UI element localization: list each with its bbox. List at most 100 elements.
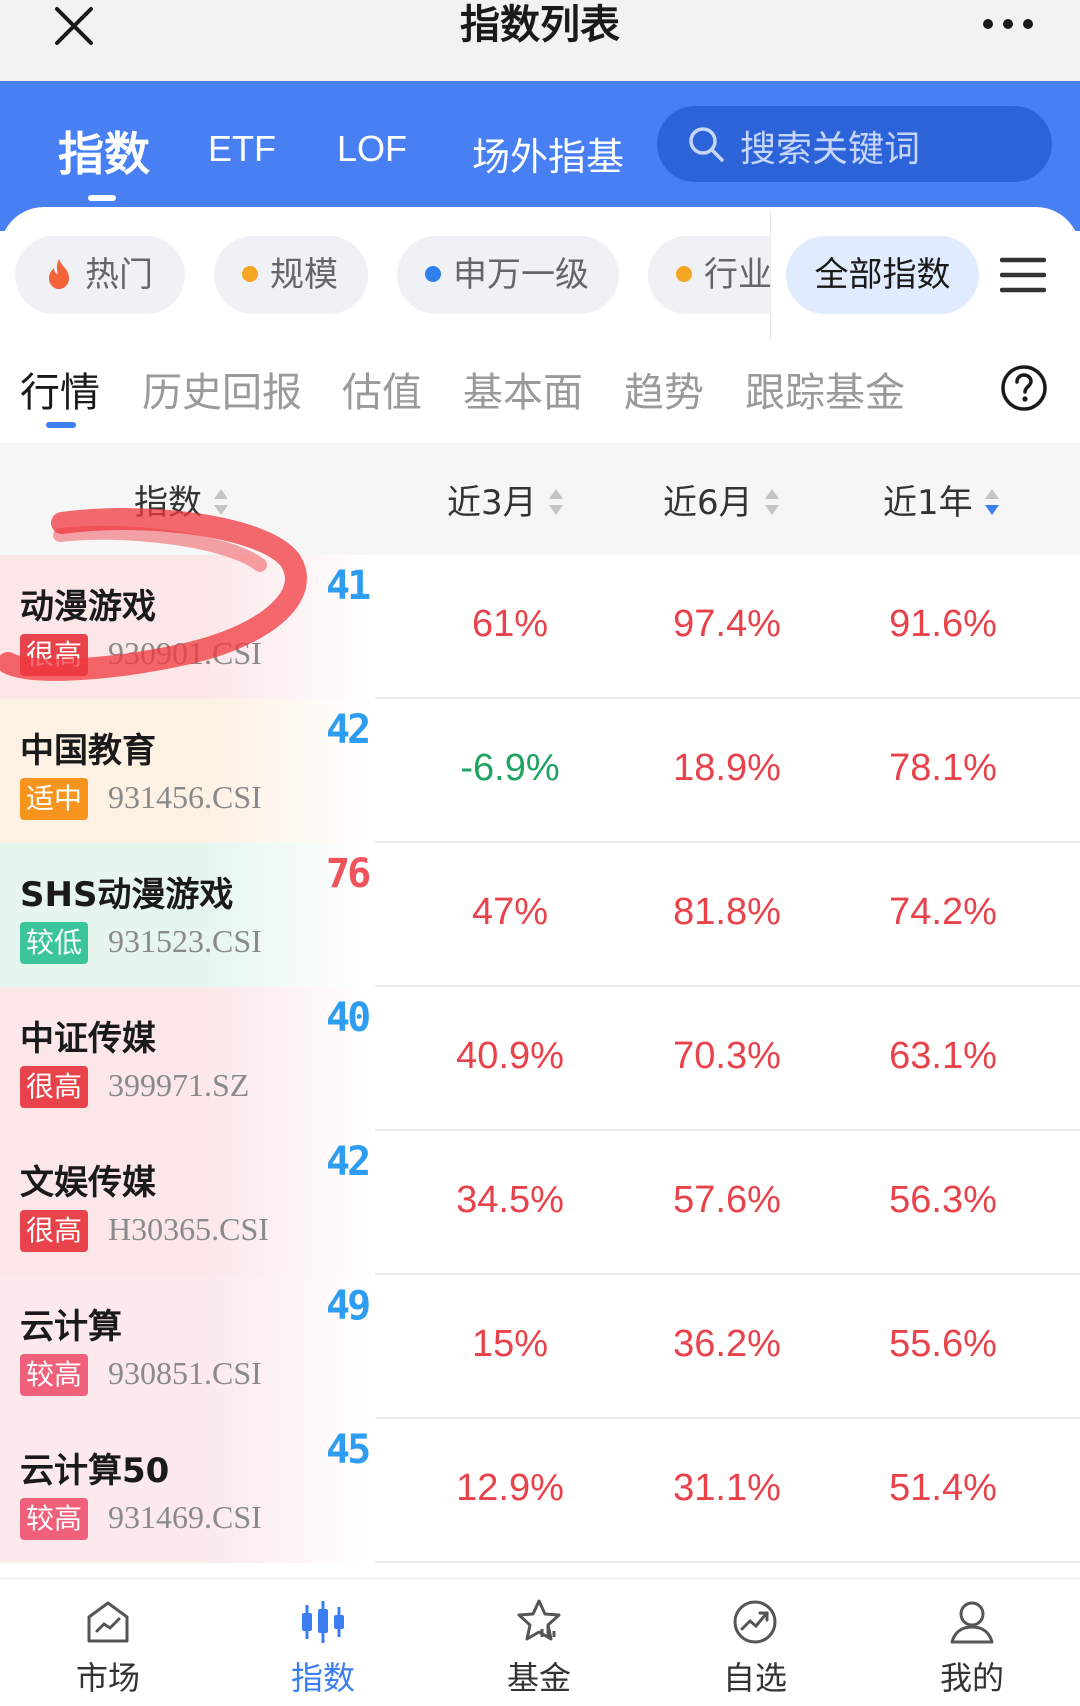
table-row[interactable]: 文娱传媒 很高 H30365.CSI 42 34.5% 57.6% 56.3% [0,1131,1080,1275]
nav-profile[interactable]: 我的 [897,1579,1047,1706]
return-6m: 97.4% [673,603,781,645]
temperature-score: 49 [326,1283,371,1329]
return-1y: 91.6% [889,603,997,645]
column-header-index[interactable]: 指数 [134,475,230,524]
chip-hot[interactable]: 热门 [15,236,185,314]
nav-index[interactable]: 指数 [248,1579,398,1706]
profile-icon [950,1601,994,1644]
index-code: H30365.CSI [108,1211,269,1247]
index-code: 931523.CSI [108,923,262,959]
dot-icon [676,265,692,282]
valuation-badge: 很高 [20,1066,89,1108]
subtab-active-indicator [46,422,76,428]
column-header-6m[interactable]: 近6月 [663,475,781,524]
chip-industry[interactable]: 行业 [648,236,770,314]
return-1y: 63.1% [889,1035,997,1077]
menu-icon[interactable] [999,256,1047,294]
valuation-badge: 适中 [20,778,89,820]
column-header-1y[interactable]: 近1年 [883,475,1001,524]
chip-all-indices[interactable]: 全部指数 [786,236,979,314]
index-name: 中国教育 [20,731,156,771]
valuation-badge: 较高 [20,1498,89,1540]
table-row[interactable]: 动漫游戏 很高 930901.CSI 41 61% 97.4% 91.6% [0,555,1080,699]
page-title: 指数列表 [460,2,620,48]
return-1y: 56.3% [889,1179,997,1221]
chip-divider [770,210,771,340]
fire-icon [49,258,69,289]
temperature-score: 40 [326,995,371,1041]
return-3m: 61% [471,603,549,645]
subtab-tracking-funds[interactable]: 跟踪基金 [745,360,905,418]
temperature-score: 76 [326,851,371,897]
chip-shenwan-level1[interactable]: 申万一级 [397,236,619,314]
temperature-score: 42 [326,707,371,753]
return-3m: 47% [471,891,549,933]
tab-lof[interactable]: LOF [337,128,407,170]
valuation-badge: 较高 [20,1354,89,1396]
tab-index[interactable]: 指数 [58,118,150,184]
return-6m: 31.1% [673,1467,781,1509]
table-row[interactable]: 中国教育 适中 931456.CSI 42 -6.9% 18.9% 78.1% [0,699,1080,843]
return-3m: 40.9% [456,1035,564,1077]
fund-icon [517,1599,561,1641]
subtab-market[interactable]: 行情 [20,360,100,418]
dot-icon [242,265,258,282]
valuation-badge: 很高 [20,1210,89,1252]
chip-label: 申万一级 [453,255,589,295]
return-3m: 12.9% [456,1467,564,1509]
return-3m: 15% [471,1323,549,1365]
watchlist-icon [733,1600,777,1644]
index-code: 399971.SZ [108,1067,250,1103]
market-icon [87,1601,129,1643]
return-1y: 51.4% [889,1467,997,1509]
table-row[interactable]: SHS动漫游戏 较低 931523.CSI 76 47% 81.8% 74.2% [0,843,1080,987]
candlestick-icon [302,1601,344,1643]
search-placeholder: 搜索关键词 [740,129,921,170]
subtab-history-return[interactable]: 历史回报 [142,360,302,418]
help-icon[interactable] [1000,364,1048,412]
chip-label: 行业 [704,255,770,295]
return-1y: 74.2% [889,891,997,933]
return-6m: 18.9% [673,747,781,789]
index-name: 文娱传媒 [20,1163,156,1203]
index-code: 931469.CSI [108,1499,262,1535]
tab-etf[interactable]: ETF [208,128,276,170]
search-input[interactable]: 搜索关键词 [657,106,1052,182]
subtab-fundamentals[interactable]: 基本面 [463,360,583,418]
table-row[interactable]: 中证传媒 很高 399971.SZ 40 40.9% 70.3% 63.1% [0,987,1080,1131]
chip-scale[interactable]: 规模 [214,236,368,314]
more-icon[interactable] [980,12,1036,36]
subtab-valuation[interactable]: 估值 [342,360,422,418]
sort-icon [548,488,563,515]
subtab-trend[interactable]: 趋势 [624,360,704,418]
table-row[interactable]: 云计算50 较高 931469.CSI 45 12.9% 31.1% 51.4% [0,1419,1080,1563]
column-header-3m[interactable]: 近3月 [447,475,565,524]
index-name: 中证传媒 [20,1019,156,1059]
return-6m: 57.6% [673,1179,781,1221]
table-header: 指数 近3月 近6月 近1年 [0,443,1080,555]
temperature-score: 45 [326,1427,371,1473]
search-icon [689,127,724,162]
chip-label: 热门 [85,255,153,295]
tab-otc-index-fund[interactable]: 场外指基 [472,126,624,181]
nav-fund[interactable]: 基金 [464,1579,614,1706]
return-1y: 55.6% [889,1323,997,1365]
nav-market[interactable]: 市场 [33,1579,183,1706]
nav-watchlist[interactable]: 自选 [680,1579,830,1706]
valuation-badge: 很高 [20,634,89,676]
temperature-score: 41 [326,563,371,609]
return-3m: -6.9% [460,747,560,789]
index-table-body: 动漫游戏 很高 930901.CSI 41 61% 97.4% 91.6% 中国… [0,555,1080,1575]
index-code: 930901.CSI [108,635,262,671]
return-6m: 36.2% [673,1323,781,1365]
index-code: 931456.CSI [108,779,262,815]
index-name: 云计算50 [20,1451,170,1491]
table-row[interactable]: 云计算 较高 930851.CSI 49 15% 36.2% 55.6% [0,1275,1080,1419]
return-6m: 70.3% [673,1035,781,1077]
index-name: 云计算 [20,1307,122,1347]
sort-icon [764,488,779,515]
tab-active-indicator [88,195,116,201]
chip-label: 规模 [270,255,338,295]
index-code: 930851.CSI [108,1355,262,1391]
return-1y: 78.1% [889,747,997,789]
